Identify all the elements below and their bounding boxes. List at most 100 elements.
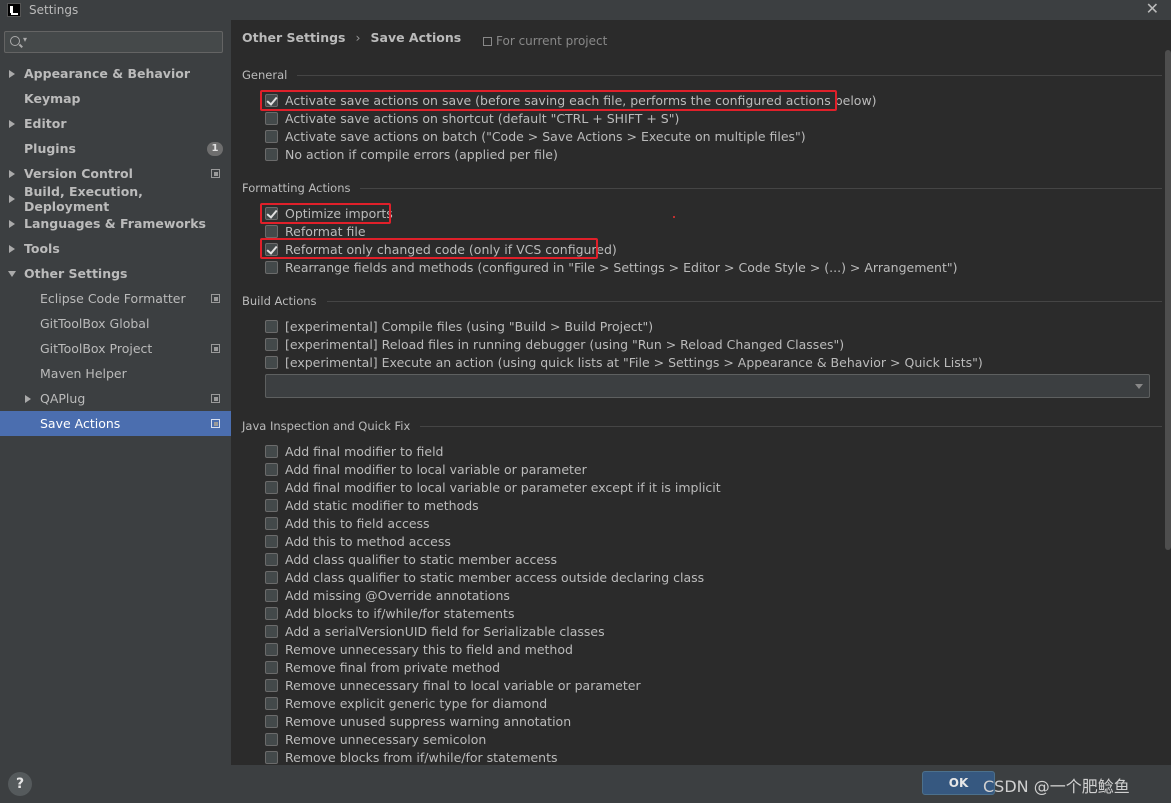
option-java-inspection[interactable]: Add this to field access bbox=[265, 514, 430, 532]
checkbox[interactable] bbox=[265, 337, 278, 351]
option-label: Add final modifier to field bbox=[285, 443, 444, 459]
checkbox[interactable] bbox=[265, 552, 278, 566]
sidebar-item-appearance-behavior[interactable]: Appearance & Behavior bbox=[0, 61, 231, 86]
option-java-inspection[interactable]: Add final modifier to field bbox=[265, 442, 443, 460]
expand-arrow-icon[interactable] bbox=[9, 194, 15, 203]
expand-arrow-icon[interactable] bbox=[9, 69, 15, 78]
sidebar-item-label: Languages & Frameworks bbox=[24, 216, 206, 231]
sidebar-item-plugins[interactable]: Plugins 1 bbox=[0, 136, 231, 161]
option-java-inspection[interactable]: Add missing @Override annotations bbox=[265, 586, 510, 604]
sidebar-item-eclipse-code-formatter[interactable]: Eclipse Code Formatter bbox=[0, 286, 231, 311]
highlight-annotation bbox=[260, 238, 598, 259]
sidebar-item-build-execution-deployment[interactable]: Build, Execution, Deployment bbox=[0, 184, 231, 214]
option-java-inspection[interactable]: Add blocks to if/while/for statements bbox=[265, 604, 514, 622]
close-icon[interactable]: ✕ bbox=[1146, 0, 1159, 18]
checkbox[interactable] bbox=[265, 498, 278, 512]
collapse-arrow-icon[interactable] bbox=[8, 270, 16, 277]
sidebar-item-version-control[interactable]: Version Control bbox=[0, 161, 231, 186]
checkbox[interactable] bbox=[265, 480, 278, 494]
checkbox[interactable] bbox=[265, 516, 278, 530]
checkbox[interactable] bbox=[265, 606, 278, 620]
section-divider bbox=[360, 187, 1162, 189]
search-input[interactable] bbox=[31, 33, 216, 51]
help-icon[interactable]: ? bbox=[8, 772, 32, 796]
sidebar-item-save-actions[interactable]: Save Actions bbox=[0, 411, 231, 436]
checkbox[interactable] bbox=[265, 570, 278, 584]
option-java-inspection[interactable]: Remove unnecessary semicolon bbox=[265, 730, 486, 748]
sidebar-item-tools[interactable]: Tools bbox=[0, 236, 231, 261]
expand-arrow-icon[interactable] bbox=[9, 244, 15, 253]
sidebar-item-label: QAPlug bbox=[40, 391, 86, 406]
option-java-inspection[interactable]: Remove unnecessary this to field and met… bbox=[265, 640, 573, 658]
checkbox[interactable] bbox=[265, 147, 278, 161]
option-label: Add class qualifier to static member acc… bbox=[285, 551, 558, 567]
checkbox[interactable] bbox=[265, 714, 278, 728]
option-no-action-compile-errors[interactable]: No action if compile errors (applied per… bbox=[265, 145, 558, 163]
sidebar-item-qaplug[interactable]: QAPlug bbox=[0, 386, 231, 411]
option-activate-on-shortcut[interactable]: Activate save actions on shortcut (defau… bbox=[265, 109, 679, 127]
checkbox[interactable] bbox=[265, 624, 278, 638]
option-label: Remove unused suppress warning annotatio… bbox=[285, 713, 572, 729]
option-java-inspection[interactable]: Remove unused suppress warning annotatio… bbox=[265, 712, 571, 730]
window-title: Settings bbox=[29, 3, 79, 17]
sidebar-item-maven-helper[interactable]: Maven Helper bbox=[0, 361, 231, 386]
checkbox[interactable] bbox=[265, 678, 278, 692]
sidebar-item-gittoolbox-project[interactable]: GitToolBox Project bbox=[0, 336, 231, 361]
checkbox[interactable] bbox=[265, 355, 278, 369]
project-scope-icon bbox=[211, 344, 220, 353]
option-java-inspection[interactable]: Remove final from private method bbox=[265, 658, 500, 676]
sidebar-item-editor[interactable]: Editor bbox=[0, 111, 231, 136]
sidebar-item-label: Maven Helper bbox=[40, 366, 127, 381]
expand-arrow-icon[interactable] bbox=[9, 119, 15, 128]
checkbox[interactable] bbox=[265, 642, 278, 656]
sidebar-item-label: Editor bbox=[24, 116, 67, 131]
vertical-scrollbar[interactable] bbox=[1165, 50, 1171, 550]
checkbox[interactable] bbox=[265, 750, 278, 764]
expand-arrow-icon[interactable] bbox=[25, 394, 31, 403]
scope-note: For current project bbox=[483, 34, 607, 48]
section-build-actions: Build Actions bbox=[242, 294, 1162, 308]
checkbox[interactable] bbox=[265, 588, 278, 602]
chevron-down-icon[interactable] bbox=[1135, 384, 1143, 389]
option-java-inspection[interactable]: Add a serialVersionUID field for Seriali… bbox=[265, 622, 605, 640]
plugins-update-badge: 1 bbox=[207, 141, 223, 156]
option-java-inspection[interactable]: Remove unnecessary final to local variab… bbox=[265, 676, 641, 694]
sidebar-item-label: Plugins bbox=[24, 141, 76, 156]
option-activate-on-batch[interactable]: Activate save actions on batch ("Code > … bbox=[265, 127, 806, 145]
checkbox[interactable] bbox=[265, 319, 278, 333]
checkbox[interactable] bbox=[265, 111, 278, 125]
checkbox[interactable] bbox=[265, 444, 278, 458]
breadcrumb-parent[interactable]: Other Settings bbox=[242, 30, 346, 45]
option-java-inspection[interactable]: Add final modifier to local variable or … bbox=[265, 460, 587, 478]
expand-arrow-icon[interactable] bbox=[9, 219, 15, 228]
option-java-inspection[interactable]: Remove explicit generic type for diamond bbox=[265, 694, 547, 712]
option-java-inspection[interactable]: Add class qualifier to static member acc… bbox=[265, 568, 704, 586]
sidebar-item-languages-frameworks[interactable]: Languages & Frameworks bbox=[0, 211, 231, 236]
section-general: General bbox=[242, 68, 1162, 82]
checkbox[interactable] bbox=[265, 129, 278, 143]
sidebar-item-other-settings[interactable]: Other Settings bbox=[0, 261, 231, 286]
checkbox[interactable] bbox=[265, 534, 278, 548]
expand-arrow-icon[interactable] bbox=[9, 169, 15, 178]
sidebar-item-gittoolbox-global[interactable]: GitToolBox Global bbox=[0, 311, 231, 336]
settings-search[interactable]: ▾ bbox=[4, 31, 223, 53]
option-java-inspection[interactable]: Add class qualifier to static member acc… bbox=[265, 550, 557, 568]
option-java-inspection[interactable]: Add static modifier to methods bbox=[265, 496, 479, 514]
search-dropdown-icon[interactable]: ▾ bbox=[23, 35, 27, 44]
sidebar-item-keymap[interactable]: Keymap bbox=[0, 86, 231, 111]
checkbox[interactable] bbox=[265, 260, 278, 274]
option-java-inspection[interactable]: Remove blocks from if/while/for statemen… bbox=[265, 748, 558, 765]
option-reload-files-debugger[interactable]: [experimental] Reload files in running d… bbox=[265, 335, 844, 353]
checkbox[interactable] bbox=[265, 224, 278, 238]
option-execute-action[interactable]: [experimental] Execute an action (using … bbox=[265, 353, 983, 371]
checkbox[interactable] bbox=[265, 696, 278, 710]
option-rearrange-fields[interactable]: Rearrange fields and methods (configured… bbox=[265, 258, 958, 276]
quick-list-combo[interactable] bbox=[265, 374, 1150, 398]
checkbox[interactable] bbox=[265, 660, 278, 674]
option-java-inspection[interactable]: Add this to method access bbox=[265, 532, 451, 550]
checkbox[interactable] bbox=[265, 732, 278, 746]
option-label: Reformat file bbox=[285, 223, 366, 239]
option-compile-files[interactable]: [experimental] Compile files (using "Bui… bbox=[265, 317, 653, 335]
option-java-inspection[interactable]: Add final modifier to local variable or … bbox=[265, 478, 721, 496]
checkbox[interactable] bbox=[265, 462, 278, 476]
